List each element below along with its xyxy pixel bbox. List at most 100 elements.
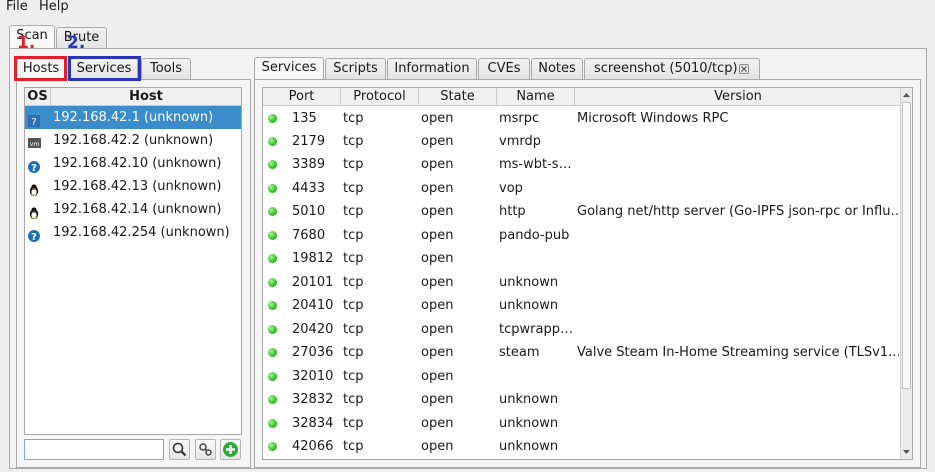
svg-text:?: ? bbox=[31, 232, 37, 242]
service-port: 32832 bbox=[292, 392, 334, 407]
service-row[interactable]: 19812 tcp open bbox=[263, 247, 901, 270]
status-open-icon bbox=[268, 160, 277, 169]
service-row[interactable]: 20410 tcp open unknown bbox=[263, 294, 901, 317]
service-port: 3389 bbox=[292, 157, 326, 172]
scroll-down-arrow-icon[interactable] bbox=[901, 446, 912, 458]
status-open-icon bbox=[268, 114, 277, 123]
service-port: 135 bbox=[292, 111, 317, 126]
column-state[interactable]: State bbox=[419, 88, 497, 106]
vertical-scrollbar[interactable] bbox=[900, 88, 912, 459]
service-row[interactable]: 7680 tcp open pando-pub bbox=[263, 224, 901, 247]
tab-cves[interactable]: CVEs bbox=[478, 58, 530, 80]
search-icon bbox=[172, 442, 187, 457]
tab-services-detail[interactable]: Services bbox=[254, 57, 324, 80]
service-state: open bbox=[421, 157, 454, 172]
search-button[interactable] bbox=[169, 439, 190, 460]
tab-notes[interactable]: Notes bbox=[531, 58, 583, 80]
service-name: vmrdp bbox=[499, 134, 541, 149]
service-row[interactable]: 20420 tcp open tcpwrapp… bbox=[263, 318, 901, 341]
scroll-up-arrow-icon[interactable] bbox=[901, 89, 912, 101]
host-label: 192.168.42.2 (unknown) bbox=[53, 133, 214, 148]
service-state: open bbox=[421, 134, 454, 149]
service-state: open bbox=[421, 369, 454, 384]
service-name: unknown bbox=[499, 392, 559, 407]
host-row[interactable]: ? 192.168.42.1 (unknown) bbox=[25, 106, 241, 129]
unknown-os-icon: ? bbox=[28, 112, 40, 128]
status-open-icon bbox=[268, 325, 277, 334]
column-port[interactable]: Port bbox=[263, 88, 341, 106]
host-row[interactable]: vm 192.168.42.2 (unknown) bbox=[25, 129, 241, 152]
service-row[interactable]: 135 tcp open msrpc Microsoft Windows RPC bbox=[263, 107, 901, 130]
host-row[interactable]: ? 192.168.42.10 (unknown) bbox=[25, 152, 241, 175]
service-state: open bbox=[421, 181, 454, 196]
column-host[interactable]: Host bbox=[51, 88, 241, 106]
service-row[interactable]: 5010 tcp open http Golang net/http serve… bbox=[263, 200, 901, 223]
tools-button[interactable] bbox=[195, 439, 216, 460]
service-name: unknown bbox=[499, 275, 559, 290]
status-open-icon bbox=[268, 207, 277, 216]
highlight-services-tab bbox=[68, 56, 141, 81]
service-name: tcpwrapp… bbox=[499, 322, 573, 337]
service-row[interactable]: 32010 tcp open bbox=[263, 365, 901, 388]
host-row[interactable]: 192.168.42.13 (unknown) bbox=[25, 175, 241, 198]
service-port: 19812 bbox=[292, 251, 334, 266]
tab-scripts[interactable]: Scripts bbox=[325, 58, 386, 80]
vm-icon: vm bbox=[28, 134, 41, 148]
service-protocol: tcp bbox=[343, 439, 364, 454]
service-row[interactable]: 20101 tcp open unknown bbox=[263, 271, 901, 294]
service-state: open bbox=[421, 275, 454, 290]
service-row[interactable]: 42066 tcp open unknown bbox=[263, 435, 901, 458]
service-row[interactable]: 32832 tcp open unknown bbox=[263, 388, 901, 411]
service-name: msrpc bbox=[499, 111, 540, 126]
linux-icon bbox=[28, 204, 40, 219]
column-protocol[interactable]: Protocol bbox=[341, 88, 419, 106]
service-version: Microsoft Windows RPC bbox=[577, 111, 729, 126]
service-port: 32834 bbox=[292, 416, 334, 431]
service-state: open bbox=[421, 345, 454, 360]
host-label: 192.168.42.1 (unknown) bbox=[53, 110, 214, 125]
svg-text:?: ? bbox=[31, 163, 37, 173]
service-name: unknown bbox=[499, 439, 559, 454]
services-table[interactable]: Port Protocol State Name Version 135 tcp… bbox=[262, 87, 913, 460]
menu-file[interactable]: File bbox=[6, 0, 28, 14]
svg-text:vm: vm bbox=[30, 141, 40, 148]
service-protocol: tcp bbox=[343, 251, 364, 266]
service-row[interactable]: 32834 tcp open unknown bbox=[263, 412, 901, 435]
service-row[interactable]: 3389 tcp open ms-wbt-s… bbox=[263, 153, 901, 176]
host-row[interactable]: ? 192.168.42.254 (unknown) bbox=[25, 221, 241, 244]
service-port: 7680 bbox=[292, 228, 326, 243]
status-open-icon bbox=[268, 137, 277, 146]
status-open-icon bbox=[268, 442, 277, 451]
status-open-icon bbox=[268, 231, 277, 240]
column-version[interactable]: Version bbox=[575, 88, 901, 106]
service-row[interactable]: 4433 tcp open vop bbox=[263, 177, 901, 200]
status-open-icon bbox=[268, 419, 277, 428]
menu-help[interactable]: Help bbox=[39, 0, 69, 14]
annotation-two: 2. bbox=[67, 33, 86, 53]
service-row[interactable]: 27036 tcp open steam Valve Steam In-Home… bbox=[263, 341, 901, 364]
add-host-button[interactable] bbox=[220, 439, 241, 460]
service-row[interactable]: 2179 tcp open vmrdp bbox=[263, 130, 901, 153]
service-name: ms-wbt-s… bbox=[499, 157, 572, 172]
column-name[interactable]: Name bbox=[497, 88, 575, 106]
tab-screenshot[interactable]: screenshot (5010/tcp) bbox=[584, 58, 760, 80]
service-name: http bbox=[499, 204, 526, 219]
host-filter-input[interactable] bbox=[24, 439, 164, 460]
service-protocol: tcp bbox=[343, 134, 364, 149]
scrollbar-thumb[interactable] bbox=[902, 102, 911, 389]
service-protocol: tcp bbox=[343, 322, 364, 337]
status-open-icon bbox=[268, 372, 277, 381]
service-protocol: tcp bbox=[343, 345, 364, 360]
hosts-table[interactable]: OS Host ? 192.168.42.1 (unknown) vm 192.… bbox=[24, 87, 242, 435]
service-protocol: tcp bbox=[343, 298, 364, 313]
tab-information[interactable]: Information bbox=[387, 58, 477, 80]
status-open-icon bbox=[268, 348, 277, 357]
tab-tools[interactable]: Tools bbox=[141, 58, 191, 80]
host-row[interactable]: 192.168.42.14 (unknown) bbox=[25, 198, 241, 221]
svg-text:?: ? bbox=[31, 117, 36, 127]
service-port: 27036 bbox=[292, 345, 334, 360]
service-version: Golang net/http server (Go-IPFS json-rpc… bbox=[577, 204, 899, 219]
service-protocol: tcp bbox=[343, 228, 364, 243]
close-icon[interactable] bbox=[739, 64, 749, 74]
column-os[interactable]: OS bbox=[25, 88, 51, 106]
